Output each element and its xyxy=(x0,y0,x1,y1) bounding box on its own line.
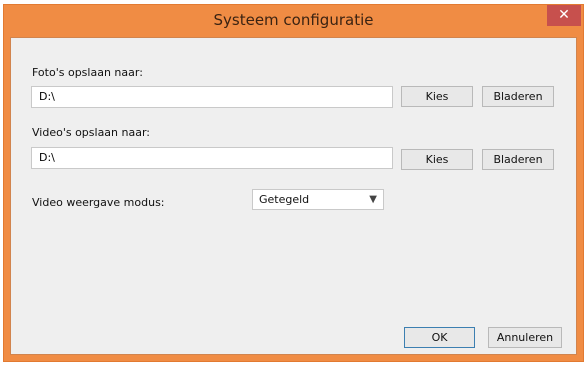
dialog-title: Systeem configuratie xyxy=(213,11,374,29)
title-bar: Systeem configuratie ✕ xyxy=(4,5,583,37)
display-mode-value: Getegeld xyxy=(259,193,310,206)
videos-label: Video's opslaan naar: xyxy=(32,126,151,139)
photos-path-input[interactable]: D:\ xyxy=(31,86,393,108)
ok-button[interactable]: OK xyxy=(404,327,475,348)
videos-path-input[interactable]: D:\ xyxy=(31,147,393,169)
photos-choose-button[interactable]: Kies xyxy=(401,86,473,107)
close-icon: ✕ xyxy=(558,7,570,23)
photos-browse-button[interactable]: Bladeren xyxy=(482,86,554,107)
close-button[interactable]: ✕ xyxy=(547,5,581,26)
cancel-button[interactable]: Annuleren xyxy=(488,327,562,348)
videos-choose-button[interactable]: Kies xyxy=(401,149,473,170)
photos-label: Foto's opslaan naar: xyxy=(32,66,143,79)
dialog-body: Foto's opslaan naar: D:\ Kies Bladeren V… xyxy=(10,37,577,355)
dialog-window: Systeem configuratie ✕ Foto's opslaan na… xyxy=(3,4,584,362)
videos-browse-button[interactable]: Bladeren xyxy=(482,149,554,170)
display-mode-select[interactable]: Getegeld ▼ xyxy=(252,189,384,210)
chevron-down-icon: ▼ xyxy=(369,194,377,205)
display-mode-label: Video weergave modus: xyxy=(32,196,165,209)
